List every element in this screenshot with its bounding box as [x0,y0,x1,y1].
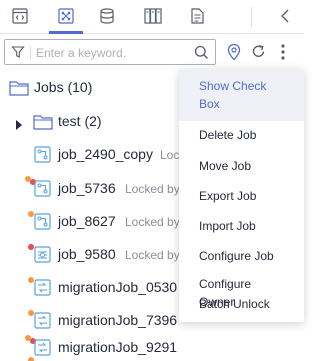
context-menu: Show Check Box Delete Job Move Job Expor… [179,69,304,322]
job-name: job_9580 [58,246,116,262]
chevron-left-icon[interactable] [272,4,298,28]
folder-icon [33,113,53,135]
lock-status: Locked by [125,215,180,229]
migration-job-icon [34,312,51,334]
menu-item-configure-job[interactable]: Configure Job [179,247,304,265]
job-name: migrationJob_0530 [58,279,178,295]
workflow-job-icon [34,146,51,168]
job-name: migrationJob_7396 [58,312,178,328]
more-icon[interactable] [279,43,287,66]
job-name: migrationJob_9291 [58,339,178,355]
catalog-icon[interactable] [140,4,166,28]
lock-status: Locked by [125,248,180,262]
job-name: job_5736 [58,180,116,196]
menu-item-show-check-box[interactable]: Show Check Box [179,69,304,121]
tree-item-job-partial[interactable] [0,355,304,361]
job-name: job_2490_copy [58,146,153,162]
search-input[interactable] [36,44,186,61]
root-label: Jobs (10) [34,79,93,95]
search-box [4,39,216,65]
migration-job-icon [34,279,51,301]
workflow-job-icon [34,213,51,235]
toolbar-divider [251,7,252,27]
menu-item-import-job[interactable]: Import Job [179,217,304,235]
folder-icon [9,79,29,101]
job-name: job_8627 [58,213,116,229]
menu-item-batch-unlock[interactable]: Batch Unlock [179,295,304,313]
database-icon[interactable] [94,4,120,28]
location-icon[interactable] [226,43,242,66]
toolbar [0,0,304,34]
filter-separator [30,45,31,59]
folder-label: test (2) [58,113,102,129]
document-icon[interactable] [184,4,210,28]
active-tab-indicator [49,31,83,34]
search-icon[interactable] [194,45,209,65]
refresh-icon[interactable] [250,43,267,65]
filter-icon[interactable] [11,45,25,64]
caret-right-icon[interactable] [16,117,22,135]
status-dot-orange [28,357,34,361]
lock-status: Locked by [125,182,180,196]
batch-job-icon [34,246,51,268]
menu-item-move-job[interactable]: Move Job [179,157,304,175]
menu-item-export-job[interactable]: Export Job [179,187,304,205]
script-icon[interactable] [7,4,33,28]
workflow-icon[interactable] [53,4,79,28]
menu-item-delete-job[interactable]: Delete Job [179,126,304,144]
workflow-job-icon [34,180,51,202]
